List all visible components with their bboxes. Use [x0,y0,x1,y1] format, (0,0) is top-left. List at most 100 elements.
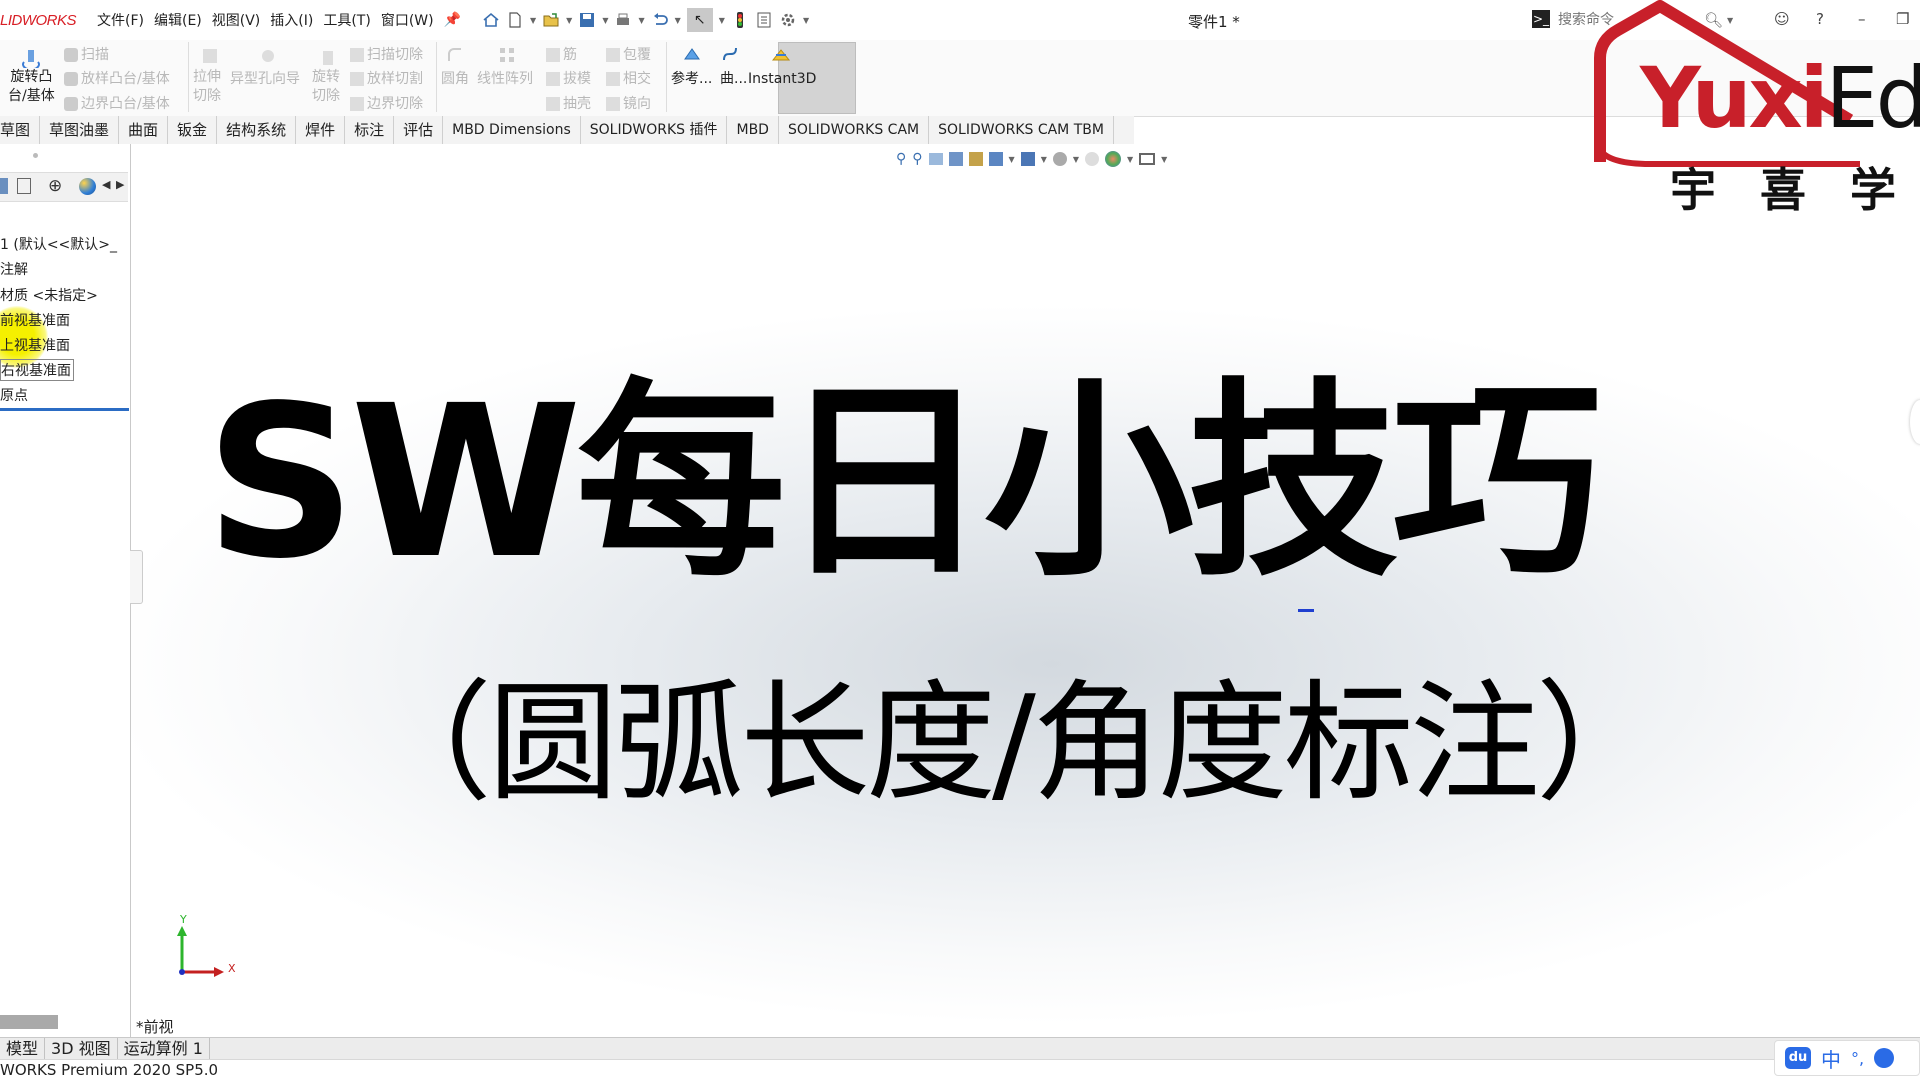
chevron-left-icon[interactable]: ◀ [102,178,110,191]
select-tool-button[interactable]: ↖ [687,8,713,32]
tab-surfaces[interactable]: 曲面 [119,116,168,144]
rib-button[interactable]: 筋 [546,44,577,64]
pin-icon[interactable]: 📌 [439,12,466,28]
loft-cut-button[interactable]: 放样切割 [350,68,423,88]
revolve-cut-button[interactable]: 旋转 切除 [312,68,340,106]
hole-wizard-button[interactable]: 异型孔向导 [230,68,300,88]
menu-window[interactable]: 窗口(W) [376,10,439,30]
tree-item-front-plane[interactable]: 前视基准面 [0,310,70,330]
menu-file[interactable]: 文件(F) [92,10,149,30]
section-view-icon[interactable] [949,152,963,166]
tab-3d-view[interactable]: 3D 视图 [45,1038,118,1060]
tab-evaluate[interactable]: 评估 [394,116,443,144]
tab-solidworks-addins[interactable]: SOLIDWORKS 插件 [581,116,728,144]
boundary-cut-button[interactable]: 边界切除 [350,93,423,113]
tree-item-origin[interactable]: 原点 [0,385,28,405]
rollback-bar[interactable] [0,408,129,411]
tree-item-annotations[interactable]: 注解 [0,259,28,279]
chevron-down-icon[interactable]: ▼ [675,16,681,25]
edit-appearance-icon[interactable] [1085,152,1099,166]
chevron-down-icon[interactable]: ▼ [1009,155,1015,164]
display-manager-icon[interactable] [79,178,96,195]
tab-mbd[interactable]: MBD [727,116,778,144]
hide-show-items-icon[interactable] [1053,152,1067,166]
view-orientation-icon[interactable] [989,152,1003,166]
linear-pattern-button[interactable]: 线性阵列 [477,68,533,88]
tree-item-top-plane[interactable]: 上视基准面 [0,335,70,355]
ime-language-toggle[interactable]: 中 [1821,1044,1841,1073]
chevron-down-icon[interactable]: ▼ [530,16,536,25]
tree-item-right-plane[interactable]: 右视基准面 [0,359,74,381]
tab-model[interactable]: 模型 [0,1038,45,1060]
tab-solidworks-cam-tbm[interactable]: SOLIDWORKS CAM TBM [929,116,1114,144]
draft-button[interactable]: 拔模 [546,68,591,88]
sweep-cut-button[interactable]: 扫描切除 [350,44,423,64]
apply-scene-icon[interactable] [1105,151,1121,167]
sweep-button[interactable]: 扫描 [64,44,109,64]
undo-icon[interactable] [651,11,669,29]
configuration-manager-icon[interactable]: ⊕ [48,176,62,196]
dynamic-annotation-icon[interactable] [969,152,983,166]
tab-solidworks-cam[interactable]: SOLIDWORKS CAM [779,116,929,144]
save-icon[interactable] [578,11,596,29]
tab-sketch-ink[interactable]: 草图油墨 [40,116,119,144]
rebuild-icon[interactable] [731,11,749,29]
curves-button[interactable]: 曲... [720,68,747,88]
tab-structure-system[interactable]: 结构系统 [217,116,296,144]
feature-tree-icon[interactable] [0,178,8,194]
mirror-button[interactable]: 镜向 [606,93,651,113]
tab-weldments[interactable]: 焊件 [296,116,345,144]
view-settings-icon[interactable] [1139,153,1155,165]
chevron-down-icon[interactable]: ▼ [602,16,608,25]
ime-punctuation-toggle[interactable]: °, [1851,1049,1864,1068]
reference-geometry-button[interactable]: 参考... [671,68,712,88]
triad-axes [170,918,240,986]
chevron-down-icon[interactable]: ▼ [719,16,725,25]
shell-button[interactable]: 抽壳 [546,93,591,113]
display-style-icon[interactable] [1021,152,1035,166]
tab-mbd-dimensions[interactable]: MBD Dimensions [443,116,581,144]
chevron-down-icon[interactable]: ▼ [638,16,644,25]
chevron-down-icon[interactable]: ▼ [566,16,572,25]
open-folder-icon[interactable] [542,11,560,29]
baidu-ime-icon[interactable]: du [1785,1047,1811,1069]
extrude-cut-button[interactable]: 拉伸 切除 [193,68,221,106]
chevron-down-icon[interactable]: ▼ [1073,155,1079,164]
menu-edit[interactable]: 编辑(E) [149,10,207,30]
revolve-boss-button[interactable]: 旋转凸 台/基体 [8,68,55,106]
chevron-down-icon[interactable]: ▼ [1161,155,1167,164]
chevron-down-icon[interactable]: ▼ [1127,155,1133,164]
gear-icon[interactable] [779,11,797,29]
boundary-boss-button[interactable]: 边界凸台/基体 [64,93,170,113]
ime-user-icon[interactable] [1874,1048,1894,1068]
tree-item-material[interactable]: 材质 <未指定> [0,285,98,305]
tab-sheet-metal[interactable]: 钣金 [168,116,217,144]
property-manager-icon[interactable] [17,178,31,194]
chevron-right-icon[interactable]: ▶ [116,178,124,191]
menu-view[interactable]: 视图(V) [207,10,266,30]
home-icon[interactable] [482,11,500,29]
tab-sketch[interactable]: 草图 [0,116,40,144]
fillet-button[interactable]: 圆角 [441,68,469,88]
horizontal-scrollbar[interactable] [0,1015,58,1029]
chevron-down-icon[interactable]: ▼ [803,16,809,25]
zoom-to-fit-icon[interactable]: ⚲ [896,151,906,167]
menu-insert[interactable]: 插入(I) [265,10,318,30]
tree-item-part[interactable]: 1 (默认<<默认>_ [0,234,117,254]
wrap-button[interactable]: 包覆 [606,44,651,64]
panel-collapse-dot[interactable] [33,153,38,158]
command-prompt-icon[interactable]: >_ [1532,10,1550,28]
menu-tools[interactable]: 工具(T) [318,10,375,30]
intersect-button[interactable]: 相交 [606,68,651,88]
sweep-icon [64,48,78,62]
zoom-to-area-icon[interactable]: ⚲ [912,151,922,167]
chevron-down-icon[interactable]: ▼ [1041,155,1047,164]
file-properties-icon[interactable] [755,11,773,29]
tab-markup[interactable]: 标注 [345,116,394,144]
previous-view-icon[interactable] [929,153,943,165]
panel-splitter-handle[interactable] [130,550,143,604]
new-document-icon[interactable] [506,11,524,29]
print-icon[interactable] [614,11,632,29]
tab-motion-study[interactable]: 运动算例 1 [118,1038,210,1060]
loft-boss-button[interactable]: 放样凸台/基体 [64,68,170,88]
